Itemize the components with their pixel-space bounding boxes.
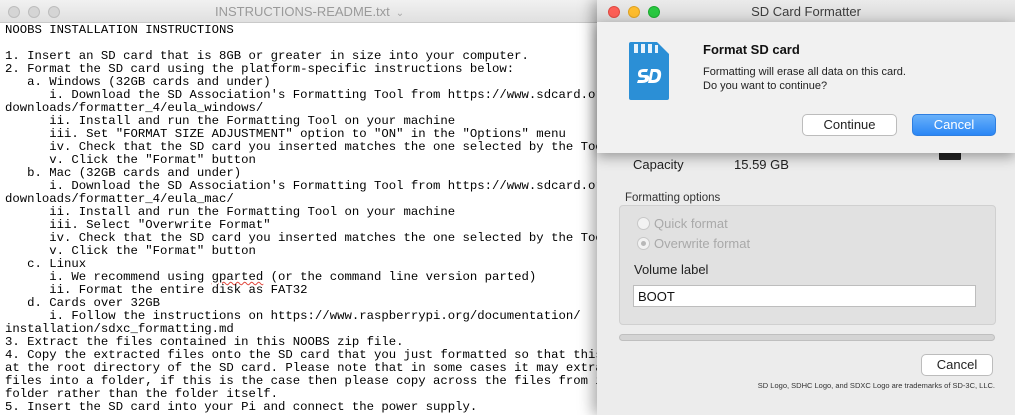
volume-label-field[interactable] [633,285,976,307]
dialog-message: Formatting will erase all data on this c… [703,66,906,78]
dialog-question: Do you want to continue? [703,80,828,92]
overwrite-format-label: Overwrite format [654,236,751,251]
chevron-down-icon: ⌄ [395,8,405,19]
sdxc-logo-icon [939,152,961,160]
textedit-window-controls [8,5,68,23]
document-text[interactable]: NOOBS INSTALLATION INSTRUCTIONS 1. Insert… [5,24,632,414]
zoom-window-button[interactable] [48,6,60,18]
close-window-button[interactable] [8,6,20,18]
cancel-button[interactable]: Cancel [921,354,993,376]
misspelled-word[interactable]: gparted [212,270,264,284]
document-line: NOOBS INSTALLATION INSTRUCTIONS [5,23,234,37]
document-title[interactable]: INSTRUCTIONS-README.txt ⌄ [215,4,404,19]
dialog-title: Format SD card [703,42,800,57]
dialog-cancel-button[interactable]: Cancel [912,114,996,136]
quick-format-radio[interactable]: Quick format [637,216,728,231]
minimize-window-button[interactable] [28,6,40,18]
format-confirmation-sheet: Format SD card Formatting will erase all… [597,22,1015,153]
trademark-notice: SD Logo, SDHC Logo, and SDXC Logo are tr… [757,381,995,390]
sd-card-icon [629,42,669,100]
volume-label-label: Volume label [634,262,709,277]
formatter-title: SD Card Formatter [751,4,861,19]
formatter-titlebar: SD Card Formatter [597,0,1015,23]
document-line: 5. Insert the SD card into your Pi and c… [5,400,478,414]
document-title-label: INSTRUCTIONS-README.txt [215,4,390,19]
capacity-value: 15.59 GB [734,157,789,172]
radio-unchecked-icon [637,217,650,230]
formatting-options-label: Formatting options [625,192,721,204]
document-line: v. Click the "Format" button [5,244,256,258]
overwrite-format-radio[interactable]: Overwrite format [637,236,750,251]
quick-format-label: Quick format [654,216,728,231]
continue-button[interactable]: Continue [802,114,897,136]
capacity-label: Capacity [633,157,684,172]
format-progress-bar [619,334,995,341]
radio-checked-icon [637,237,650,250]
